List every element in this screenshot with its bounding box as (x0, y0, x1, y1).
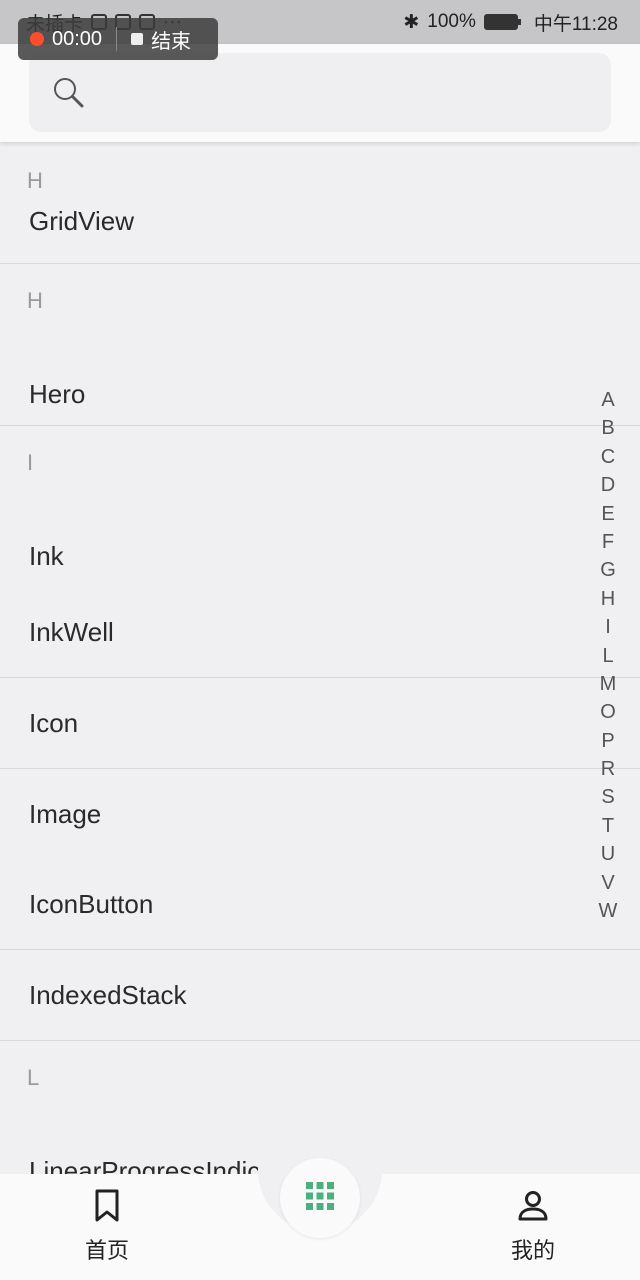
section-header: H (27, 168, 43, 193)
index-letter[interactable]: F (602, 528, 614, 556)
screen-recorder-overlay: 00:00 结束 (18, 18, 218, 60)
index-letter[interactable]: W (599, 897, 618, 925)
stop-icon (131, 33, 144, 45)
list-item-hero[interactable]: Hero (0, 324, 640, 425)
record-dot-icon (30, 32, 44, 46)
bluetooth-icon: ✱ (403, 11, 420, 33)
index-letter[interactable]: O (600, 698, 616, 726)
index-letter[interactable]: C (601, 443, 615, 471)
index-letter[interactable]: I (605, 613, 611, 641)
search-icon (51, 75, 87, 116)
list-item-iconbutton[interactable]: IconButton (0, 860, 640, 949)
stop-recording-label: 结束 (151, 30, 192, 53)
recorder-divider (116, 27, 118, 51)
index-letter[interactable]: M (600, 670, 617, 698)
index-letter[interactable]: S (601, 783, 614, 811)
index-letter[interactable]: G (600, 556, 616, 584)
alphabet-index-bar[interactable]: A B C D E F G H I L M O P R S T U V W (592, 386, 624, 925)
index-letter[interactable]: D (601, 471, 615, 499)
clock: 中午11:28 (533, 13, 618, 35)
index-letter[interactable]: L (602, 642, 613, 670)
person-icon (515, 1188, 551, 1229)
nav-home-label: 首页 (84, 1239, 129, 1264)
section-header: I (27, 450, 34, 475)
index-letter[interactable]: V (601, 869, 614, 897)
index-letter[interactable]: H (601, 585, 615, 613)
list-item-inkwell[interactable]: InkWell (0, 587, 640, 677)
section-header: H (27, 288, 43, 313)
nav-home[interactable]: 首页 (47, 1188, 167, 1265)
bookmark-icon (91, 1188, 123, 1229)
apps-grid-icon (304, 1180, 336, 1217)
index-letter[interactable]: R (601, 755, 615, 783)
battery-percent: 100% (427, 11, 476, 32)
index-letter[interactable]: A (601, 386, 614, 414)
nav-mine-label: 我的 (510, 1239, 555, 1264)
recording-timer: 00:00 (52, 27, 103, 50)
index-letter[interactable]: U (601, 840, 615, 868)
list-item-ink[interactable]: Ink (0, 486, 640, 587)
nav-mine[interactable]: 我的 (473, 1188, 593, 1265)
list-item-image[interactable]: Image (0, 769, 640, 860)
list-item-icon[interactable]: Icon (0, 678, 640, 768)
index-letter[interactable]: E (601, 500, 614, 528)
index-letter[interactable]: T (602, 812, 614, 840)
index-letter[interactable]: B (601, 414, 614, 442)
battery-icon (483, 14, 521, 30)
list-item-gridview[interactable]: GridView (0, 180, 640, 263)
stop-recording-button[interactable]: 结束 (131, 25, 191, 54)
section-header: L (27, 1065, 40, 1090)
index-letter[interactable]: P (601, 727, 614, 755)
list-item-indexedstack[interactable]: IndexedStack (0, 950, 640, 1040)
search-input[interactable] (29, 53, 611, 132)
widget-list[interactable]: H GridView H Hero I Ink InkWell Icon Ima… (0, 142, 640, 1174)
apps-fab-button[interactable] (280, 1158, 360, 1238)
